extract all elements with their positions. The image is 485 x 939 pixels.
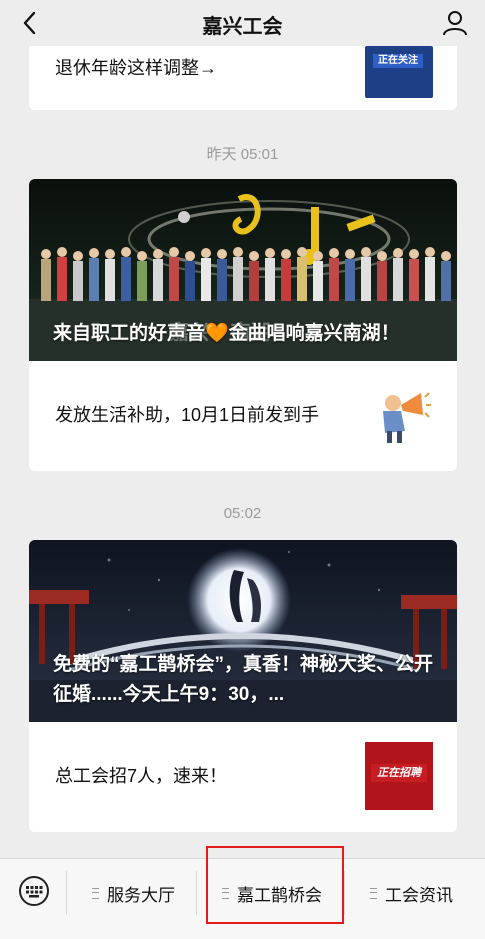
timestamp: 昨天 05:01 (206, 146, 279, 163)
header-bar: 嘉兴工会 (0, 0, 485, 46)
menu-item-label: 服务大厅 (107, 886, 175, 905)
article-hero[interactable]: 嘉兴 · 南湖 来自职工的好声音🧡金曲唱响嘉兴南湖！ (29, 179, 457, 361)
thumbnail-tag: 正在招聘 (371, 764, 427, 782)
thumbnail-badge: 正在关注 (373, 54, 423, 68)
article-thumbnail: 正在招聘 (365, 742, 433, 810)
divider (66, 871, 67, 915)
page-title: 嘉兴工会 (202, 16, 283, 38)
article-card[interactable]: 嘉兴 · 南湖 来自职工的好声音🧡金曲唱响嘉兴南湖！ 发放生活补助，10月1日前… (29, 179, 457, 471)
article-thumbnail: 正在关注 (365, 46, 433, 98)
article-card[interactable]: 免费的“嘉工鹊桥会”，真香！神秘大奖、公开征婚......今天上午9：30，..… (29, 540, 457, 832)
hero-caption: 免费的“嘉工鹊桥会”，真香！神秘大奖、公开征婚......今天上午9：30，..… (53, 654, 434, 705)
article-title: 退休年龄这样调整→ (55, 58, 217, 78)
menu-lines-icon (370, 888, 377, 899)
hero-caption: 来自职工的好声音🧡金曲唱响嘉兴南湖！ (53, 323, 400, 344)
divider (196, 871, 197, 915)
article-title: 总工会招7人，速来！ (55, 766, 228, 786)
megaphone-illustration (365, 381, 433, 449)
divider (344, 871, 345, 915)
article-title: 发放生活补助，10月1日前发到手 (55, 405, 320, 425)
menu-item-service-hall[interactable]: 服务大厅 (92, 881, 175, 906)
timestamp: 05:02 (223, 505, 262, 522)
keyboard-icon[interactable] (18, 875, 50, 907)
article-row[interactable]: 总工会招7人，速来！ 正在招聘 (29, 722, 457, 832)
highlight-box (206, 846, 344, 924)
menu-item-label: 工会资讯 (385, 886, 453, 905)
article-hero[interactable]: 免费的“嘉工鹊桥会”，真香！神秘大奖、公开征婚......今天上午9：30，..… (29, 540, 457, 722)
article-row[interactable]: 发放生活补助，10月1日前发到手 (29, 361, 457, 471)
menu-item-union-news[interactable]: 工会资讯 (370, 881, 453, 906)
menu-lines-icon (92, 888, 99, 899)
user-icon[interactable] (441, 9, 469, 37)
